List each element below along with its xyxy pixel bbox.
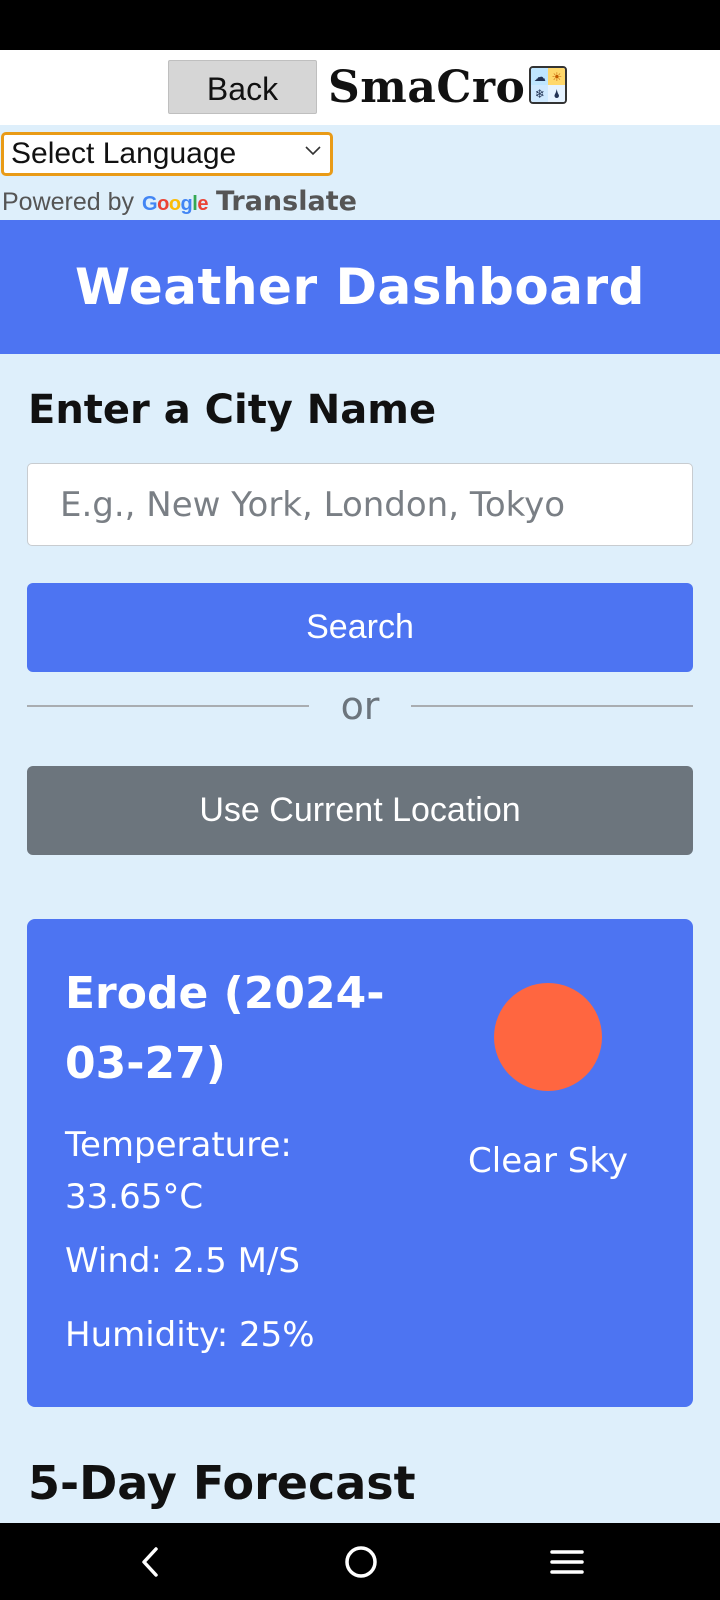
language-select-value: Select Language xyxy=(11,137,237,170)
use-current-location-button[interactable]: Use Current Location xyxy=(27,766,693,855)
weather-city-date: Erode (2024-03-27) xyxy=(65,968,385,1089)
page-title: Weather Dashboard xyxy=(75,258,645,316)
forecast-heading: 5-Day Forecast xyxy=(28,1456,416,1510)
weather-temperature: Temperature: 33.65°C xyxy=(65,1125,292,1217)
back-button[interactable]: Back xyxy=(168,60,317,114)
city-label: Enter a City Name xyxy=(28,387,437,433)
current-weather-card: Erode (2024-03-27) Temperature: 33.65°C … xyxy=(27,919,693,1407)
brand-name: SmaCro xyxy=(328,61,526,113)
divider-line-right xyxy=(411,705,693,707)
search-button[interactable]: Search xyxy=(27,583,693,672)
recents-menu-icon[interactable] xyxy=(544,1539,590,1585)
translate-link[interactable]: Translate xyxy=(216,186,357,217)
app-header: Back SmaCro ☁ ☀ ❄ 🌢 xyxy=(0,50,720,125)
weather-wind: Wind: 2.5 M/S xyxy=(65,1241,300,1281)
weather-description: Clear Sky xyxy=(468,1141,628,1181)
page-content: Select Language Powered by Google Transl… xyxy=(0,125,720,1523)
google-logo[interactable]: Google xyxy=(142,193,208,216)
dashboard-banner: Weather Dashboard xyxy=(0,220,720,354)
city-search-input[interactable] xyxy=(27,463,693,546)
or-text: or xyxy=(340,684,380,728)
or-divider: or xyxy=(27,681,693,731)
status-bar xyxy=(0,0,720,50)
divider-line-left xyxy=(27,705,309,707)
home-circle-icon[interactable] xyxy=(338,1539,384,1585)
system-navigation-bar xyxy=(0,1523,720,1600)
back-chevron-icon[interactable] xyxy=(128,1539,174,1585)
language-select[interactable]: Select Language xyxy=(1,132,333,176)
weather-grid-logo-icon: ☁ ☀ ❄ 🌢 xyxy=(529,66,568,104)
chevron-down-icon xyxy=(304,141,322,162)
powered-by-text: Powered by xyxy=(2,188,135,216)
google-translate-attribution: Powered by Google Translate xyxy=(2,186,357,217)
weather-humidity: Humidity: 25% xyxy=(65,1315,315,1355)
sun-icon xyxy=(494,983,602,1091)
brand[interactable]: SmaCro ☁ ☀ ❄ 🌢 xyxy=(328,61,568,113)
